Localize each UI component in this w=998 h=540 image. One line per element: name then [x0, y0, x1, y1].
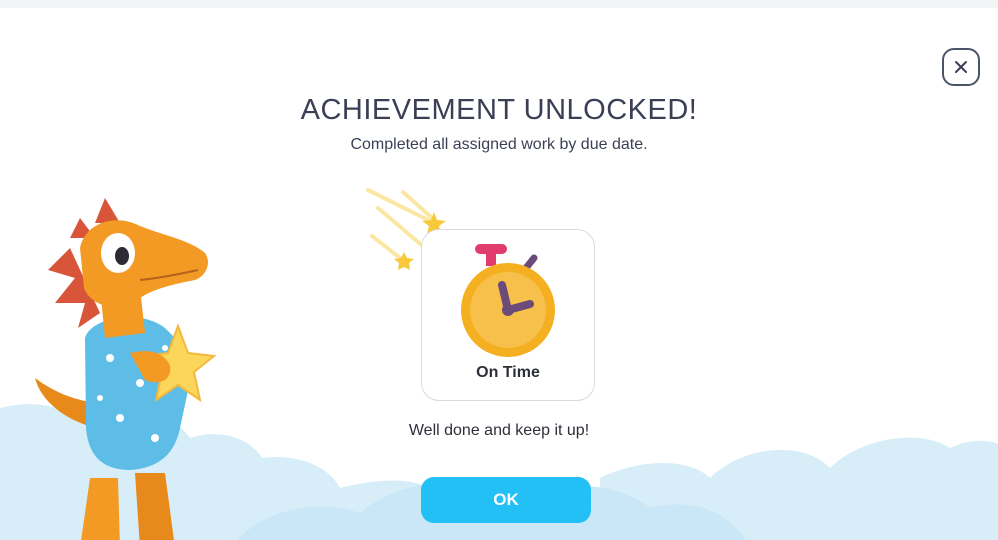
encouragement-message: Well done and keep it up! [408, 422, 590, 439]
badge-label: On Time [476, 364, 540, 381]
achievement-badge-card: On Time [421, 229, 595, 401]
ok-button[interactable]: OK [421, 477, 591, 523]
stopwatch-icon [461, 244, 555, 357]
achievement-modal: ACHIEVEMENT UNLOCKED! Completed all assi… [0, 0, 998, 540]
